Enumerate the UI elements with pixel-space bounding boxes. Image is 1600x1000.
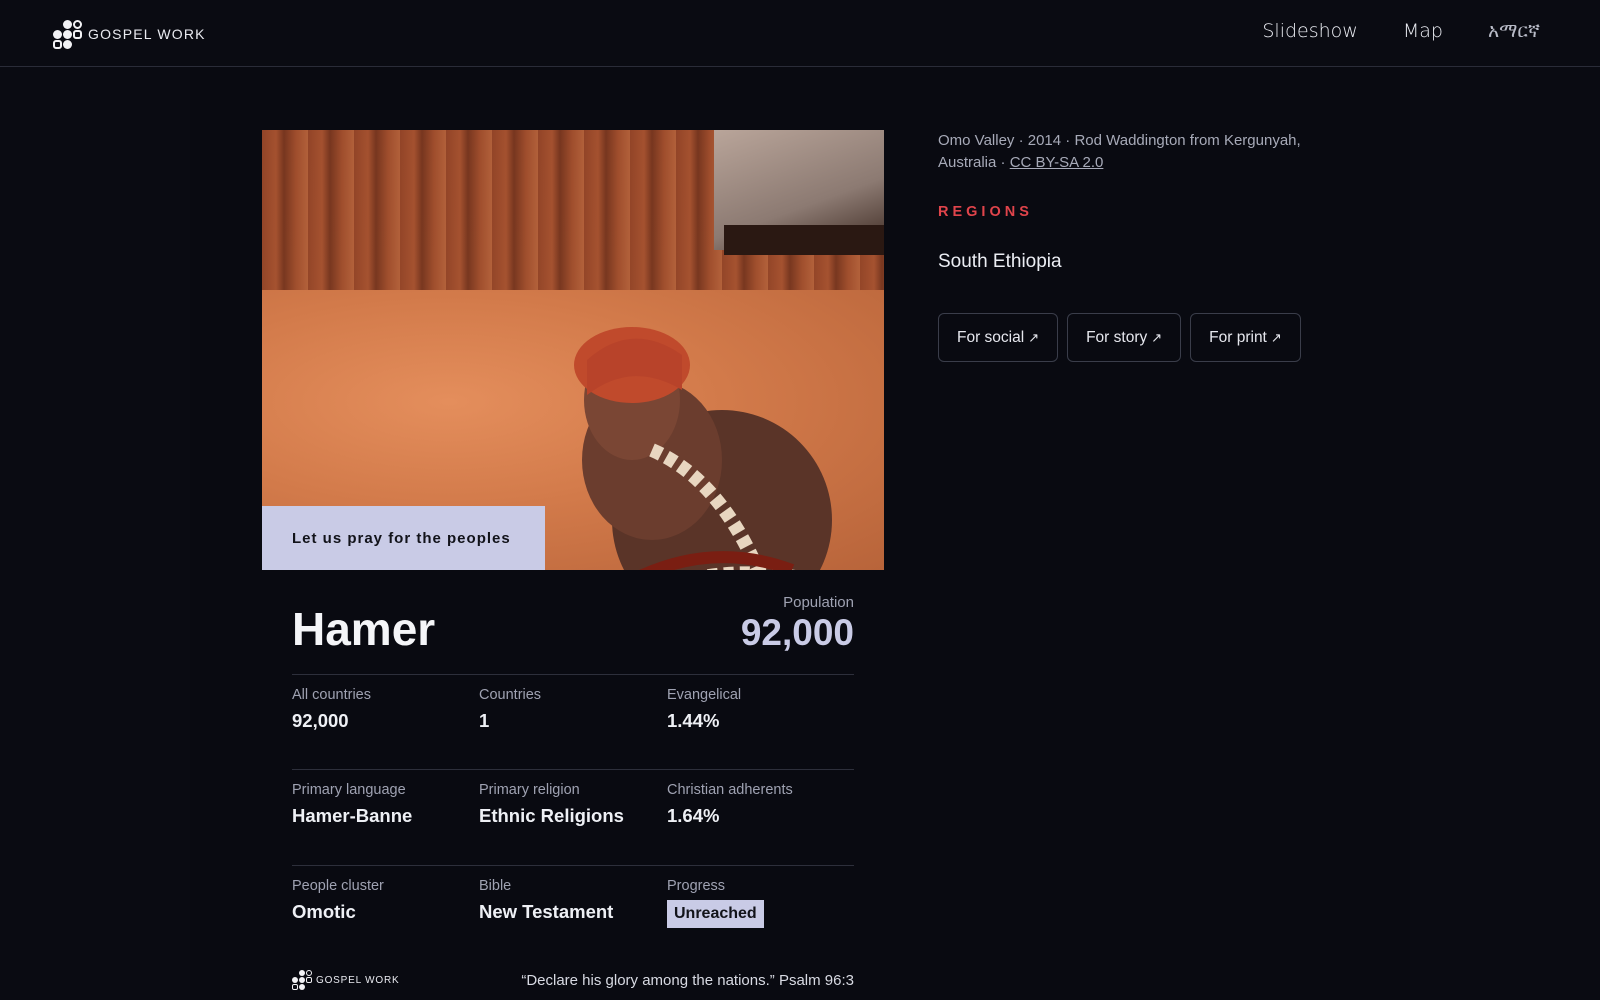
stat-all-countries: All countries 92,000 (292, 687, 371, 732)
logo-icon (292, 970, 312, 990)
people-name: Hamer (292, 603, 436, 655)
people-photo (262, 130, 884, 570)
nav-map[interactable]: Map (1403, 20, 1443, 42)
stats-row: Primary language Hamer-Banne Primary rel… (292, 769, 854, 864)
photo-credit: Omo Valley · 2014 · Rod Waddington from … (938, 130, 1318, 174)
stat-value: 1 (479, 710, 490, 731)
stat-label: Primary religion (479, 782, 580, 798)
stats-row: People cluster Omotic Bible New Testamen… (292, 865, 854, 960)
stats-row: All countries 92,000 Countries 1 Evangel… (292, 674, 854, 769)
scripture-quote: “Declare his glory among the nations.” P… (521, 972, 854, 989)
for-print-label: For print (1209, 328, 1267, 346)
stat-label: Progress (667, 878, 726, 894)
stat-value: Hamer-Banne (292, 805, 413, 826)
photo-caption-text: Let us pray for the peoples (292, 529, 511, 547)
stat-countries: Countries 1 (479, 687, 541, 732)
stat-primary-religion: Primary religion Ethnic Religions (479, 782, 624, 827)
stat-label: Evangelical (667, 687, 742, 703)
region-name: South Ethiopia (938, 251, 1062, 272)
stat-label: People cluster (292, 878, 384, 894)
person-figure (574, 327, 832, 570)
logo-text: GOSPEL WORK (88, 26, 206, 42)
logo-icon (53, 19, 82, 49)
top-bar: GOSPEL WORK Slideshow Map አማርኛ (0, 0, 1600, 67)
photo-shadow (724, 225, 884, 255)
progress-badge: Unreached (667, 900, 764, 928)
stat-label: Bible (479, 878, 512, 894)
stat-christian-adherents: Christian adherents 1.64% (667, 782, 793, 827)
external-arrow-icon: ↗ (1028, 329, 1040, 345)
footer-logo: GOSPEL WORK (292, 970, 399, 990)
for-story-label: For story (1086, 328, 1148, 346)
stat-value: New Testament (479, 901, 614, 922)
for-social-button[interactable]: For social ↗ (938, 313, 1059, 362)
stat-label: All countries (292, 687, 371, 703)
external-arrow-icon: ↗ (1151, 329, 1163, 345)
footer-logo-text: GOSPEL WORK (316, 974, 400, 986)
main-nav: Slideshow Map አማርኛ (1262, 20, 1540, 42)
photo-caption: Let us pray for the peoples (262, 506, 545, 570)
for-print-button[interactable]: For print ↗ (1190, 313, 1301, 362)
stat-people-cluster: People cluster Omotic (292, 878, 384, 923)
population-label: Population (783, 594, 854, 611)
site-logo[interactable]: GOSPEL WORK (53, 19, 206, 49)
stat-value: 1.64% (667, 805, 720, 826)
for-story-button[interactable]: For story ↗ (1067, 313, 1182, 362)
share-buttons: For social ↗ For story ↗ For print ↗ (938, 313, 1301, 362)
stat-value: 1.44% (667, 710, 720, 731)
stat-label: Primary language (292, 782, 406, 798)
population-value: 92,000 (740, 612, 854, 653)
stat-evangelical: Evangelical 1.44% (667, 687, 741, 732)
stat-value: Ethnic Religions (479, 805, 624, 826)
credit-text: Omo Valley · 2014 · Rod Waddington from … (938, 132, 1301, 171)
nav-slideshow[interactable]: Slideshow (1262, 20, 1357, 42)
stat-bible: Bible New Testament (479, 878, 613, 923)
stat-progress: Progress Unreached (667, 878, 764, 928)
stat-value: Omotic (292, 901, 356, 922)
stat-value: 92,000 (292, 710, 349, 731)
license-link[interactable]: CC BY-SA 2.0 (1010, 154, 1104, 171)
external-arrow-icon: ↗ (1270, 329, 1282, 345)
for-social-label: For social (957, 328, 1025, 346)
nav-language[interactable]: አማርኛ (1488, 20, 1540, 42)
regions-heading: REGIONS (938, 204, 1033, 220)
stat-primary-language: Primary language Hamer-Banne (292, 782, 412, 827)
stat-label: Countries (479, 687, 542, 703)
stat-label: Christian adherents (667, 782, 793, 798)
